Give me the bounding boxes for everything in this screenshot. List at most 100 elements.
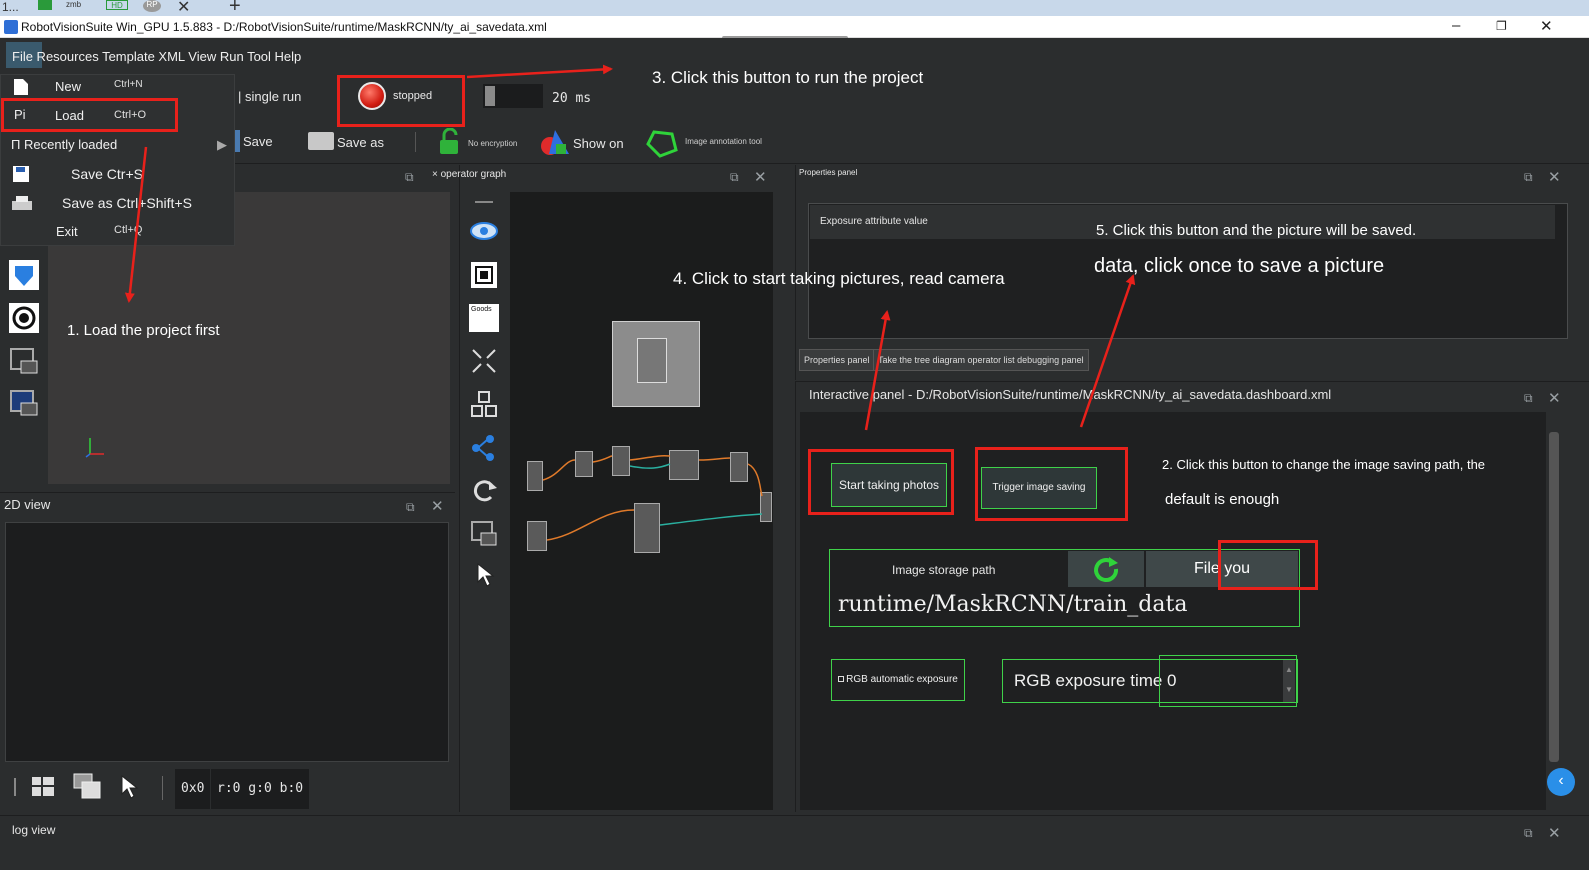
save-as-button[interactable]: Save as <box>337 135 384 150</box>
window-title: RobotVisionSuite Win_GPU 1.5.883 - D:/Ro… <box>21 20 547 34</box>
log-view-panel <box>0 815 1589 870</box>
toolbar-divider <box>162 776 163 800</box>
unlock-icon[interactable] <box>436 128 464 156</box>
float-panel-icon[interactable]: ⧉ <box>405 170 414 185</box>
collapse-arrows-icon[interactable] <box>469 346 499 376</box>
checkbox-box[interactable] <box>838 676 845 683</box>
windows-tile-icon[interactable] <box>30 774 56 800</box>
goods-icon-label: Goods <box>471 306 492 313</box>
new-file-icon <box>14 79 28 95</box>
cursor-icon[interactable] <box>120 774 140 800</box>
rgb-exposure-time-label: RGB exposure time 0 <box>1014 671 1177 690</box>
camera-window-icon[interactable] <box>9 347 39 377</box>
save-button[interactable]: Save <box>243 134 273 149</box>
menu-shortcut-exit: Ctl+Q <box>114 224 143 236</box>
close-panel-icon[interactable]: ✕ <box>1548 824 1561 842</box>
window-titlebar: RobotVisionSuite Win_GPU 1.5.883 - D:/Ro… <box>0 16 1589 41</box>
annotation-step-5-line2: data, click once to save a picture <box>1094 255 1385 277</box>
camera-capture-icon[interactable] <box>9 389 39 419</box>
goods-icon[interactable]: Goods <box>469 304 499 332</box>
float-panel-icon[interactable]: ⧉ <box>1524 391 1533 406</box>
log-view-title: log view <box>12 823 56 837</box>
collapse-side-icon[interactable]: ‹ <box>1547 768 1575 796</box>
image-size-readout: 0x0 <box>175 769 211 809</box>
rp-icon: RP <box>143 0 161 12</box>
no-encryption-button[interactable]: No encryption <box>468 139 517 148</box>
floppy-icon <box>13 166 29 182</box>
tab-properties-panel[interactable]: Properties panel <box>799 349 875 371</box>
save-icon[interactable] <box>235 130 240 152</box>
annotation-step-2-line2: default is enough <box>1165 491 1280 508</box>
image-annotation-tool-button[interactable]: Image annotation tool <box>685 137 762 146</box>
close-panel-icon[interactable]: ✕ <box>1548 389 1561 407</box>
layout-blocks-icon[interactable] <box>470 390 498 418</box>
2d-view-canvas[interactable] <box>5 522 449 762</box>
shapes-icon[interactable] <box>540 128 570 158</box>
highlight-load-item <box>1 98 178 132</box>
show-on-button[interactable]: Show on <box>573 136 624 151</box>
pointer-icon[interactable] <box>476 562 496 590</box>
menu-item-new[interactable]: New <box>55 79 81 94</box>
camera-window-icon[interactable] <box>470 520 498 548</box>
close-panel-icon[interactable]: ✕ <box>1548 168 1561 186</box>
pixel-rgb-readout: r:0 g:0 b:0 <box>211 769 310 809</box>
shield-icon[interactable] <box>9 260 39 290</box>
close-tab-icon[interactable]: ✕ <box>177 0 190 16</box>
browser-tab-fragment: 1... <box>2 0 19 14</box>
menu-item-recently-loaded[interactable]: Π Recently loaded <box>11 137 117 152</box>
zoom-fit-icon[interactable] <box>469 260 499 290</box>
image-storage-path-label: Image storage path <box>892 563 996 577</box>
dashboard-scrollbar[interactable] <box>1549 432 1559 762</box>
float-panel-icon[interactable]: ⧉ <box>1524 826 1533 841</box>
chart-icon <box>38 0 52 10</box>
rgb-automatic-exposure-label: RGB automatic exposure <box>846 674 958 685</box>
toolbar-grip <box>14 778 16 796</box>
highlight-trigger-image-saving <box>975 447 1128 521</box>
rgb-exposure-time-spinbox[interactable] <box>1159 655 1297 707</box>
hd-icon: HD <box>106 0 128 10</box>
menu-item-save[interactable]: Save Ctr+S <box>71 166 143 182</box>
annotation-step-2-line1: 2. Click this button to change the image… <box>1162 457 1486 472</box>
menu-items[interactable]: File Resources Template XML View Run Too… <box>12 49 301 64</box>
refresh-green-icon[interactable] <box>1090 555 1122 585</box>
graph-node-inner[interactable] <box>637 338 667 383</box>
toolbar-divider <box>415 132 416 152</box>
graph-edges <box>542 455 763 541</box>
refresh-icon[interactable] <box>470 476 498 504</box>
float-panel-icon[interactable]: ⧉ <box>1524 170 1533 185</box>
minimize-icon[interactable]: – <box>1452 17 1460 34</box>
close-panel-icon[interactable]: ✕ <box>431 497 444 515</box>
drag-handle[interactable] <box>475 201 493 203</box>
app-logo-icon <box>4 20 18 34</box>
2d-view-title: 2D view <box>4 497 51 512</box>
cycle-time-slider-thumb[interactable] <box>485 86 495 106</box>
float-panel-icon[interactable]: ⧉ <box>730 170 739 185</box>
new-tab-icon[interactable]: + <box>229 0 241 16</box>
eye-icon[interactable] <box>469 220 499 242</box>
float-panel-icon[interactable]: ⧉ <box>406 500 415 515</box>
cascade-windows-icon[interactable] <box>72 772 102 802</box>
exposure-attribute-label: Exposure attribute value <box>820 216 928 227</box>
save-as-icon[interactable] <box>308 132 334 150</box>
restore-icon[interactable]: ❐ <box>1496 19 1507 33</box>
tab-tree-diagram-debug[interactable]: Take the tree diagram operator list debu… <box>873 349 1089 371</box>
share-icon[interactable] <box>470 434 498 462</box>
annotation-step-1: 1. Load the project first <box>67 322 220 339</box>
spinbox-arrows[interactable]: ▲ ▼ <box>1283 660 1295 702</box>
highlight-start-taking-photos <box>808 449 954 515</box>
highlight-run-button <box>337 75 465 127</box>
menu-shortcut-new: Ctrl+N <box>114 79 143 90</box>
browser-tab-strip: 1... zmb HD RP ✕ + <box>0 0 1589 16</box>
operator-graph-iconbar: Goods <box>463 192 507 810</box>
target-icon[interactable] <box>9 303 39 333</box>
close-window-icon[interactable]: ✕ <box>1540 17 1553 35</box>
properties-panel-title: Properties panel <box>799 168 858 177</box>
close-panel-icon[interactable]: ✕ <box>754 168 767 186</box>
rgb-automatic-exposure-checkbox[interactable]: RGB automatic exposure <box>831 659 965 701</box>
menu-item-save-as[interactable]: Save as Ctrl+Shift+S <box>62 195 192 211</box>
storage-path-value[interactable]: runtime/MaskRCNN/train_data <box>838 592 1187 617</box>
menu-item-exit[interactable]: Exit <box>56 224 78 239</box>
single-run-button[interactable]: | single run <box>238 89 301 104</box>
polygon-annotation-icon[interactable] <box>646 128 678 158</box>
annotation-step-3: 3. Click this button to run the project <box>652 68 924 87</box>
